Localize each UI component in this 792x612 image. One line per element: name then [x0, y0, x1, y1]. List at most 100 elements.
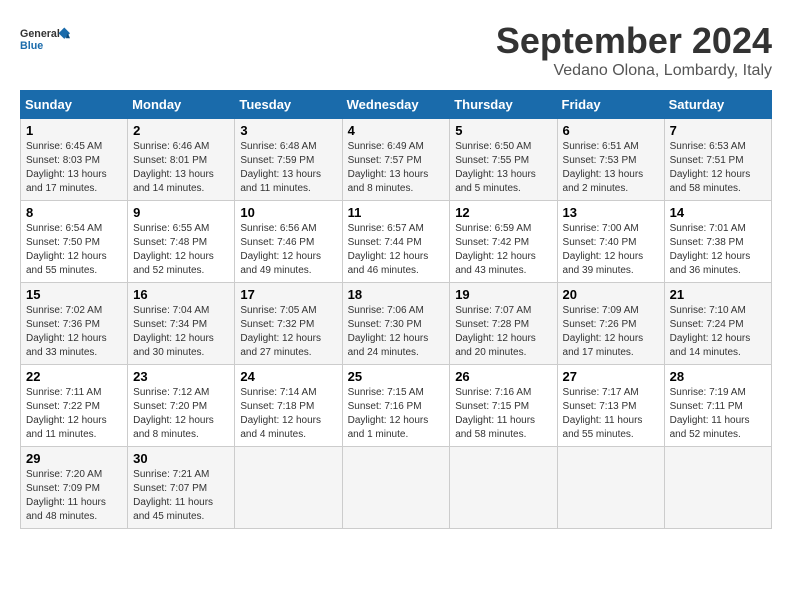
calendar-cell — [235, 447, 342, 529]
calendar-cell: 23 Sunrise: 7:12 AMSunset: 7:20 PMDayligh… — [128, 365, 235, 447]
day-info: Sunrise: 7:11 AMSunset: 7:22 PMDaylight:… — [26, 386, 122, 442]
day-number: 20 — [563, 287, 659, 302]
column-header-thursday: Thursday — [450, 91, 557, 119]
calendar-cell: 13Sunrise: 7:00 AMSunset: 7:40 PMDayligh… — [557, 201, 664, 283]
calendar-cell: 21 Sunrise: 7:10 AMSunset: 7:24 PMDayligh… — [664, 283, 771, 365]
day-info: Sunrise: 6:48 AMSunset: 7:59 PMDaylight:… — [240, 140, 336, 196]
column-header-monday: Monday — [128, 91, 235, 119]
day-info: Sunrise: 6:55 AMSunset: 7:48 PMDaylight:… — [133, 222, 229, 278]
day-number: 30 — [133, 451, 229, 466]
day-number: 21 — [670, 287, 766, 302]
day-number: 28 — [670, 369, 766, 384]
calendar-cell: 15 Sunrise: 7:02 AMSunset: 7:36 PMDayligh… — [21, 283, 128, 365]
day-info: Sunrise: 7:00 AMSunset: 7:40 PMDaylight:… — [563, 222, 659, 278]
day-number: 25 — [348, 369, 445, 384]
day-number: 2 — [133, 123, 229, 138]
day-number: 29 — [26, 451, 122, 466]
day-number: 22 — [26, 369, 122, 384]
day-info: Sunrise: 6:50 AMSunset: 7:55 PMDaylight:… — [455, 140, 551, 196]
day-number: 11 — [348, 205, 445, 220]
column-header-tuesday: Tuesday — [235, 91, 342, 119]
calendar-cell — [557, 447, 664, 529]
day-info: Sunrise: 6:59 AMSunset: 7:42 PMDaylight:… — [455, 222, 551, 278]
logo: General Blue — [20, 20, 70, 60]
calendar-cell: 9 Sunrise: 6:55 AMSunset: 7:48 PMDaylight… — [128, 201, 235, 283]
day-info: Sunrise: 7:07 AMSunset: 7:28 PMDaylight:… — [455, 304, 551, 360]
day-number: 4 — [348, 123, 445, 138]
calendar-cell: 11 Sunrise: 6:57 AMSunset: 7:44 PMDayligh… — [342, 201, 450, 283]
calendar-cell: 20Sunrise: 7:09 AMSunset: 7:26 PMDayligh… — [557, 283, 664, 365]
day-info: Sunrise: 6:57 AMSunset: 7:44 PMDaylight:… — [348, 222, 445, 278]
day-number: 3 — [240, 123, 336, 138]
day-number: 12 — [455, 205, 551, 220]
day-info: Sunrise: 7:19 AMSunset: 7:11 PMDaylight:… — [670, 386, 766, 442]
day-info: Sunrise: 7:05 AMSunset: 7:32 PMDaylight:… — [240, 304, 336, 360]
day-number: 10 — [240, 205, 336, 220]
day-number: 15 — [26, 287, 122, 302]
day-info: Sunrise: 7:12 AMSunset: 7:20 PMDaylight:… — [133, 386, 229, 442]
day-number: 17 — [240, 287, 336, 302]
column-header-friday: Friday — [557, 91, 664, 119]
day-info: Sunrise: 6:51 AMSunset: 7:53 PMDaylight:… — [563, 140, 659, 196]
day-info: Sunrise: 7:20 AMSunset: 7:09 PMDaylight:… — [26, 468, 122, 524]
day-info: Sunrise: 7:04 AMSunset: 7:34 PMDaylight:… — [133, 304, 229, 360]
calendar-cell: 4 Sunrise: 6:49 AMSunset: 7:57 PMDaylight… — [342, 119, 450, 201]
calendar-cell: 30 Sunrise: 7:21 AMSunset: 7:07 PMDayligh… — [128, 447, 235, 529]
day-number: 1 — [26, 123, 122, 138]
day-info: Sunrise: 7:02 AMSunset: 7:36 PMDaylight:… — [26, 304, 122, 360]
day-number: 18 — [348, 287, 445, 302]
day-info: Sunrise: 6:54 AMSunset: 7:50 PMDaylight:… — [26, 222, 122, 278]
calendar-cell: 8 Sunrise: 6:54 AMSunset: 7:50 PMDaylight… — [21, 201, 128, 283]
day-info: Sunrise: 7:17 AMSunset: 7:13 PMDaylight:… — [563, 386, 659, 442]
day-info: Sunrise: 7:16 AMSunset: 7:15 PMDaylight:… — [455, 386, 551, 442]
column-header-wednesday: Wednesday — [342, 91, 450, 119]
calendar-cell: 7Sunrise: 6:53 AMSunset: 7:51 PMDaylight… — [664, 119, 771, 201]
calendar-cell: 14 Sunrise: 7:01 AMSunset: 7:38 PMDayligh… — [664, 201, 771, 283]
day-info: Sunrise: 6:46 AMSunset: 8:01 PMDaylight:… — [133, 140, 229, 196]
day-info: Sunrise: 7:14 AMSunset: 7:18 PMDaylight:… — [240, 386, 336, 442]
calendar-cell: 28 Sunrise: 7:19 AMSunset: 7:11 PMDayligh… — [664, 365, 771, 447]
calendar-cell: 25Sunrise: 7:15 AMSunset: 7:16 PMDayligh… — [342, 365, 450, 447]
day-info: Sunrise: 6:49 AMSunset: 7:57 PMDaylight:… — [348, 140, 445, 196]
calendar-cell — [342, 447, 450, 529]
day-info: Sunrise: 7:10 AMSunset: 7:24 PMDaylight:… — [670, 304, 766, 360]
calendar-cell: 3 Sunrise: 6:48 AMSunset: 7:59 PMDaylight… — [235, 119, 342, 201]
calendar-cell: 5 Sunrise: 6:50 AMSunset: 7:55 PMDaylight… — [450, 119, 557, 201]
day-number: 27 — [563, 369, 659, 384]
calendar-cell: 24 Sunrise: 7:14 AMSunset: 7:18 PMDayligh… — [235, 365, 342, 447]
calendar-cell: 1 Sunrise: 6:45 AMSunset: 8:03 PMDaylight… — [21, 119, 128, 201]
day-info: Sunrise: 7:01 AMSunset: 7:38 PMDaylight:… — [670, 222, 766, 278]
day-number: 24 — [240, 369, 336, 384]
day-number: 26 — [455, 369, 551, 384]
calendar-cell: 16 Sunrise: 7:04 AMSunset: 7:34 PMDayligh… — [128, 283, 235, 365]
calendar-cell: 6 Sunrise: 6:51 AMSunset: 7:53 PMDaylight… — [557, 119, 664, 201]
calendar-cell: 2 Sunrise: 6:46 AMSunset: 8:01 PMDaylight… — [128, 119, 235, 201]
day-number: 5 — [455, 123, 551, 138]
column-header-saturday: Saturday — [664, 91, 771, 119]
svg-text:General: General — [20, 28, 60, 40]
month-title: September 2024 — [496, 20, 772, 62]
column-header-sunday: Sunday — [21, 91, 128, 119]
day-number: 9 — [133, 205, 229, 220]
day-number: 14 — [670, 205, 766, 220]
day-number: 19 — [455, 287, 551, 302]
calendar-cell: 10 Sunrise: 6:56 AMSunset: 7:46 PMDayligh… — [235, 201, 342, 283]
calendar-cell — [664, 447, 771, 529]
day-number: 23 — [133, 369, 229, 384]
day-number: 8 — [26, 205, 122, 220]
day-info: Sunrise: 7:21 AMSunset: 7:07 PMDaylight:… — [133, 468, 229, 524]
day-info: Sunrise: 7:06 AMSunset: 7:30 PMDaylight:… — [348, 304, 445, 360]
day-info: Sunrise: 6:56 AMSunset: 7:46 PMDaylight:… — [240, 222, 336, 278]
calendar-cell: 19 Sunrise: 7:07 AMSunset: 7:28 PMDayligh… — [450, 283, 557, 365]
day-number: 7 — [670, 123, 766, 138]
calendar-cell: 22 Sunrise: 7:11 AMSunset: 7:22 PMDayligh… — [21, 365, 128, 447]
calendar-cell: 26 Sunrise: 7:16 AMSunset: 7:15 PMDayligh… — [450, 365, 557, 447]
calendar-cell: 17 Sunrise: 7:05 AMSunset: 7:32 PMDayligh… — [235, 283, 342, 365]
calendar-cell — [450, 447, 557, 529]
day-number: 6 — [563, 123, 659, 138]
svg-text:Blue: Blue — [20, 40, 43, 52]
day-info: Sunrise: 6:45 AMSunset: 8:03 PMDaylight:… — [26, 140, 122, 196]
calendar-cell: 29 Sunrise: 7:20 AMSunset: 7:09 PMDayligh… — [21, 447, 128, 529]
day-number: 16 — [133, 287, 229, 302]
calendar-cell: 12 Sunrise: 6:59 AMSunset: 7:42 PMDayligh… — [450, 201, 557, 283]
